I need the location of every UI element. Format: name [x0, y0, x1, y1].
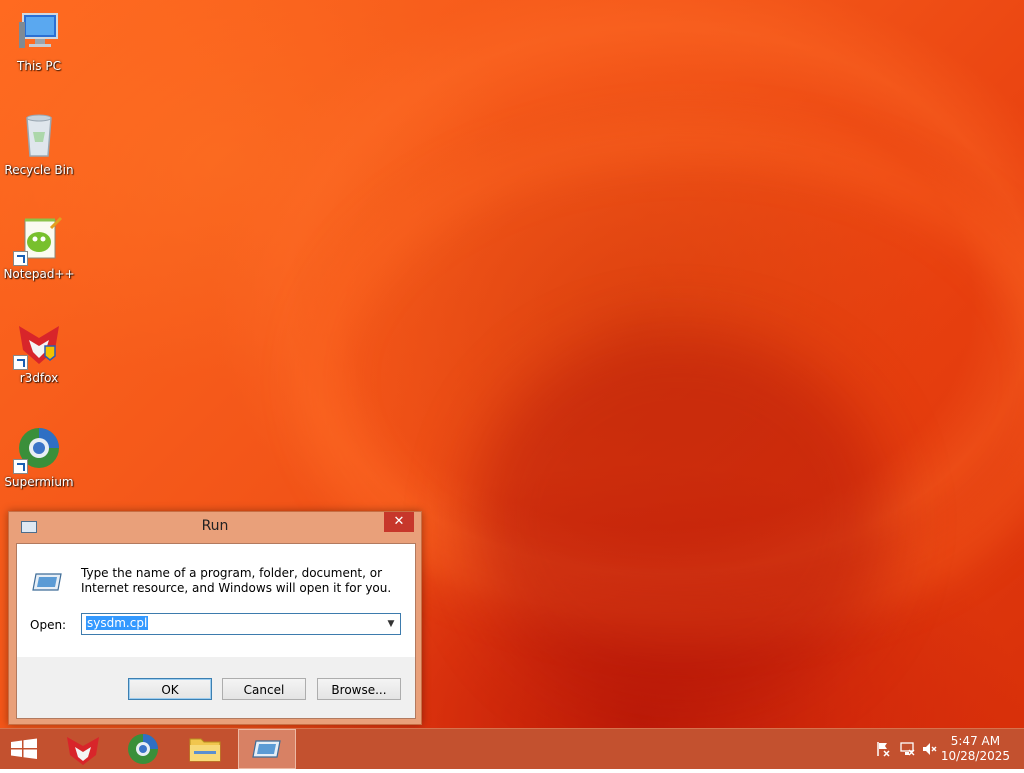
run-title: Run	[201, 518, 229, 534]
network-icon[interactable]	[899, 741, 915, 757]
desktop-icon-supermium[interactable]: Supermium	[1, 424, 77, 489]
taskbar: 5:47 AM 10/28/2025	[0, 728, 1024, 769]
run-dialog[interactable]: Run ✕ Type the name of a program, folder…	[8, 511, 422, 725]
taskbar-item-supermium[interactable]	[115, 729, 171, 769]
shortcut-arrow-icon	[13, 251, 28, 266]
folder-icon	[189, 738, 221, 762]
clock-time: 5:47 AM	[950, 734, 1001, 748]
run-title-bar[interactable]: Run ✕	[9, 512, 421, 542]
run-client-area: Type the name of a program, folder, docu…	[16, 543, 416, 719]
taskbar-item-r3dfox[interactable]	[55, 729, 111, 769]
notepad-plus-plus-icon	[13, 216, 63, 266]
chevron-down-icon[interactable]: ▼	[385, 617, 397, 631]
action-center-flag-icon[interactable]	[875, 741, 891, 757]
recycle-bin-icon	[15, 112, 63, 160]
desktop-icon-label: Notepad++	[3, 267, 75, 281]
desktop-icon-label: Recycle Bin	[4, 163, 74, 177]
supermium-icon	[13, 424, 63, 474]
computer-icon	[15, 8, 63, 56]
desktop-icon-this-pc[interactable]: This PC	[1, 8, 77, 73]
r3dfox-icon	[13, 320, 63, 370]
desktop-icon-recycle-bin[interactable]: Recycle Bin	[1, 112, 77, 177]
taskbar-item-run[interactable]	[238, 729, 296, 769]
run-icon	[32, 572, 62, 592]
shortcut-arrow-icon	[13, 355, 28, 370]
desktop[interactable]: This PC Recycle Bin Notepad++ r3dfox Sup…	[0, 0, 1024, 728]
desktop-icon-label: r3dfox	[19, 371, 59, 385]
ok-button[interactable]: OK	[128, 678, 212, 700]
volume-muted-icon[interactable]	[922, 741, 938, 757]
start-button[interactable]	[0, 729, 56, 769]
cancel-button[interactable]: Cancel	[222, 678, 306, 700]
open-label: Open:	[30, 618, 67, 632]
taskbar-clock[interactable]: 5:47 AM 10/28/2025	[941, 734, 1010, 764]
desktop-icon-notepad-plus-plus[interactable]: Notepad++	[1, 216, 77, 281]
open-input[interactable]: sysdm.cpl	[86, 616, 149, 630]
browse-button[interactable]: Browse...	[317, 678, 401, 700]
desktop-icon-r3dfox[interactable]: r3dfox	[1, 320, 77, 385]
windows-logo-icon	[11, 738, 37, 759]
taskbar-item-file-explorer[interactable]	[177, 729, 233, 769]
desktop-icon-label: Supermium	[4, 475, 74, 489]
r3dfox-icon	[67, 737, 99, 765]
close-button[interactable]: ✕	[384, 512, 414, 532]
open-combobox[interactable]: sysdm.cpl ▼	[81, 613, 401, 635]
run-icon	[252, 740, 281, 758]
clock-date: 10/28/2025	[940, 749, 1010, 763]
shortcut-arrow-icon	[13, 459, 28, 474]
run-content-panel: Type the name of a program, folder, docu…	[17, 544, 415, 657]
supermium-icon	[128, 734, 158, 764]
desktop-icon-label: This PC	[17, 59, 61, 73]
run-description: Type the name of a program, folder, docu…	[81, 566, 392, 595]
wallpaper-swirl	[470, 330, 890, 710]
